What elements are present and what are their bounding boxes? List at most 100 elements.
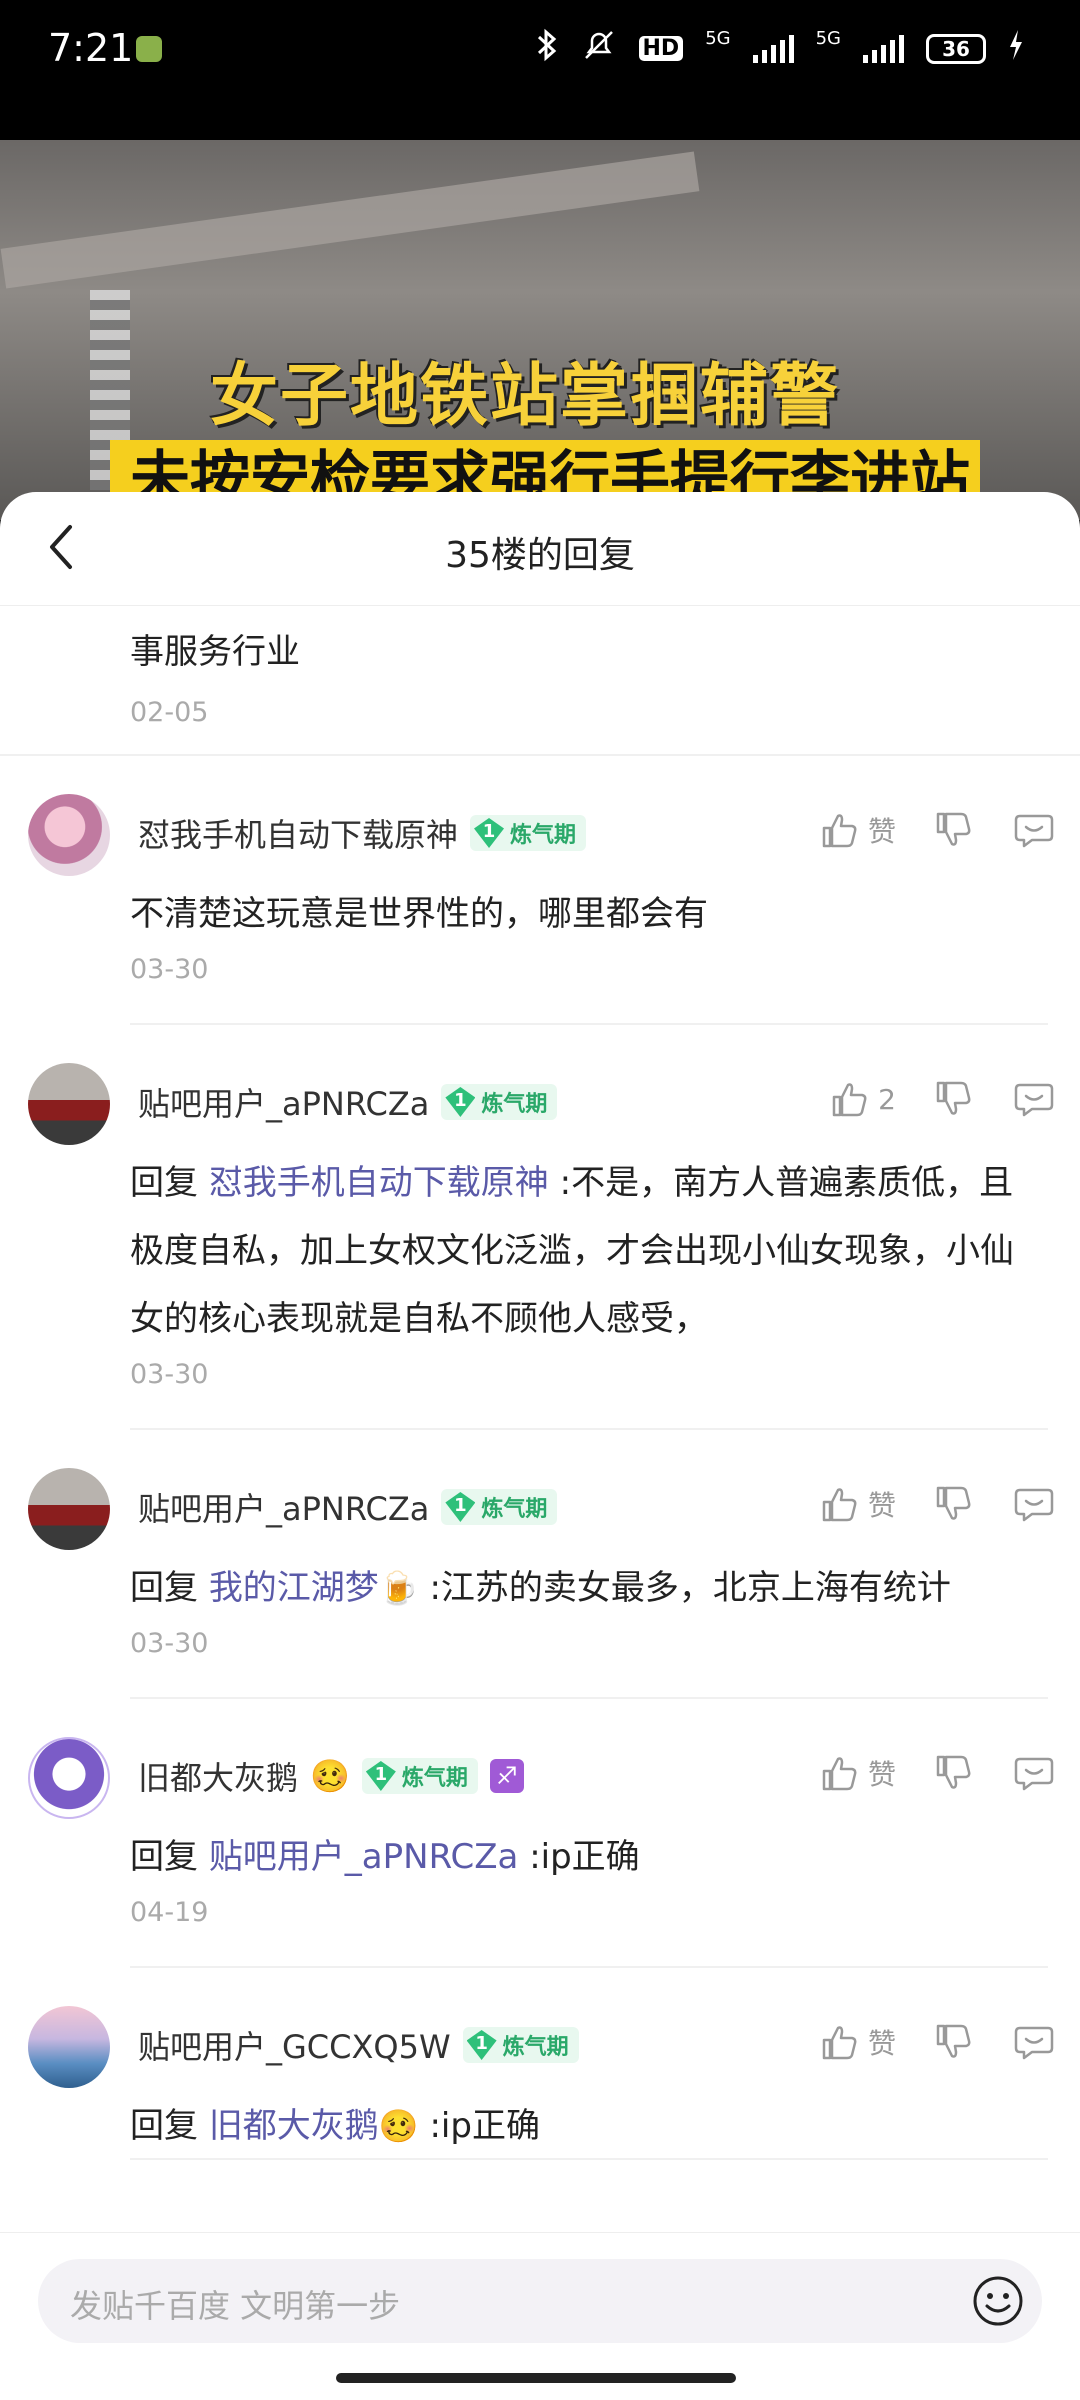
bluetooth-icon [535,28,559,69]
dislike-button[interactable] [932,1751,976,1795]
username[interactable]: 旧都大灰鹅 [138,1753,298,1799]
reply-button[interactable] [1012,1077,1056,1121]
level-badge: 1 炼气期 [462,2027,579,2063]
comment-date: 03-30 [130,1628,209,1659]
mention-link[interactable]: 我的江湖梦 [209,1568,379,1608]
charging-icon [1008,30,1024,67]
comment-icon [1014,814,1054,848]
reply-sheet: 35楼的回复 事服务行业 02-05 怼我手机自动下载原神 1 炼气期 赞 不清… [0,492,1080,2400]
level-badge: 1 炼气期 [470,815,587,851]
level-label: 炼气期 [502,2035,569,2060]
status-time: 7:21 [48,26,134,70]
signal-icon-2 [863,34,904,63]
gem-icon: 1 [445,1492,476,1522]
list-item: 怼我手机自动下载原神 1 炼气期 赞 不清楚这玩意是世界性的，哪里都会有 03-… [0,756,1080,1025]
avatar[interactable] [28,794,110,876]
mention-link[interactable]: 贴吧用户_aPNRCZa [209,1837,519,1877]
dislike-button[interactable] [932,1077,976,1121]
reply-list[interactable]: 事服务行业 02-05 怼我手机自动下载原神 1 炼气期 赞 不清楚这玩意是世界… [0,606,1080,2236]
dislike-button[interactable] [932,808,976,852]
status-icons: HD 5G 5G 36 [535,28,1025,69]
app-notification-icon [136,36,162,62]
username[interactable]: 怼我手机自动下载原神 [138,810,458,856]
comment-input-placeholder: 发贴千百度 文明第一步 [70,2287,401,2325]
beer-emoji: 🍺 [378,1569,419,1607]
thumbs-up-icon [832,1083,867,1117]
level-badge: 1 炼气期 [441,1489,558,1525]
zodiac-icon: ♐ [489,1759,524,1793]
comment-date: 03-30 [130,954,209,985]
gem-icon: 1 [474,818,505,848]
comment-text: 回复 旧都大灰鹅🥴 :ip正确 [130,2106,540,2146]
sheet-title: 35楼的回复 [445,535,635,576]
reply-button[interactable] [1012,808,1056,852]
username[interactable]: 贴吧用户_aPNRCZa [138,1484,429,1530]
comment-icon [1014,1083,1054,1117]
level-label: 炼气期 [481,1092,548,1117]
mention-link[interactable]: 旧都大灰鹅 [209,2106,379,2146]
like-count: 赞 [867,1489,896,1522]
thumbs-down-icon [936,1486,971,1520]
comment-date: 04-19 [130,1897,209,1928]
dislike-button[interactable] [932,2020,976,2064]
comment-text: 事服务行业 [130,632,300,672]
reply-button[interactable] [1012,1751,1056,1795]
thumbs-up-icon [822,1757,857,1791]
mention-link[interactable]: 怼我手机自动下载原神 [209,1163,549,1203]
like-count: 赞 [867,815,896,848]
avatar[interactable] [28,2006,110,2088]
hd-icon: HD [638,36,684,61]
comment-date: 02-05 [130,697,209,728]
mute-icon [581,28,617,69]
comment-input[interactable]: 发贴千百度 文明第一步 [38,2259,1042,2343]
video-background: 女子地铁站掌掴辅警 未按安检要求强行手提行李进站 [0,140,1080,520]
thumbs-up-icon [822,814,857,848]
gem-icon: 1 [445,1087,476,1117]
network-label-1: 5G [705,28,731,49]
level-badge: 1 炼气期 [361,1758,478,1794]
like-button[interactable]: 赞 [818,1751,896,1795]
sheet-header: 35楼的回复 [0,492,1080,606]
comment-text: 不清楚这玩意是世界性的，哪里都会有 [130,894,708,934]
dislike-button[interactable] [932,1482,976,1526]
comment-text: 回复 我的江湖梦🍺 :江苏的卖女最多，北京上海有统计 [130,1568,951,1608]
level-label: 炼气期 [510,823,577,848]
avatar[interactable] [28,1737,110,1819]
list-item-partial: 事服务行业 02-05 [0,606,1080,756]
video-caption-title: 女子地铁站掌掴辅警 [210,357,841,436]
like-button[interactable]: 赞 [818,808,896,852]
signal-icon-1 [752,34,794,63]
like-button[interactable]: 赞 [818,2020,896,2064]
comment-icon [1014,2026,1054,2060]
like-button[interactable]: 2 [828,1077,896,1121]
like-count: 赞 [867,1758,896,1791]
avatar[interactable] [28,1468,110,1550]
emoji-button[interactable] [970,2273,1026,2329]
list-item: 贴吧用户_GCCXQ5W 1 炼气期 赞 回复 旧都大灰鹅🥴 :ip正确 [0,1968,1080,2160]
level-label: 炼气期 [401,1766,468,1791]
comment-text: 回复 怼我手机自动下载原神 :不是，南方人普遍素质低，且极度自私，加上女权文化泛… [130,1163,1014,1339]
thumbs-down-icon [936,1081,971,1115]
status-bar: 7:21 HD 5G 5G 36 [0,0,1080,100]
like-count: 赞 [867,2027,896,2060]
like-button[interactable]: 赞 [818,1482,896,1526]
home-indicator[interactable] [336,2373,736,2383]
list-item: 贴吧用户_aPNRCZa 1 炼气期 2 回复 怼我手机自动下载原神 :不是，南… [0,1025,1080,1430]
comment-icon [1014,1488,1054,1522]
list-item: 旧都大灰鹅 🥴 1 炼气期 ♐ 赞 回复 贴吧用户_aPNRCZa:ip正确 … [0,1699,1080,1968]
comment-input-bar: 发贴千百度 文明第一步 [0,2232,1080,2400]
reply-button[interactable] [1012,1482,1056,1526]
reply-button[interactable] [1012,2020,1056,2064]
gem-icon: 1 [365,1761,396,1791]
video-rail [0,151,700,289]
username-emoji: 🥴 [310,1757,350,1795]
username[interactable]: 贴吧用户_aPNRCZa [138,1079,429,1125]
username[interactable]: 贴吧用户_GCCXQ5W [138,2022,451,2068]
comment-date: 03-30 [130,1359,209,1390]
battery-icon: 36 [926,33,986,64]
thumbs-down-icon [936,1755,971,1789]
like-count: 2 [878,1082,896,1116]
comment-text: 回复 贴吧用户_aPNRCZa :ip正确 [130,1837,640,1877]
avatar[interactable] [28,1063,110,1145]
mention-emoji: 🥴 [378,2107,419,2145]
